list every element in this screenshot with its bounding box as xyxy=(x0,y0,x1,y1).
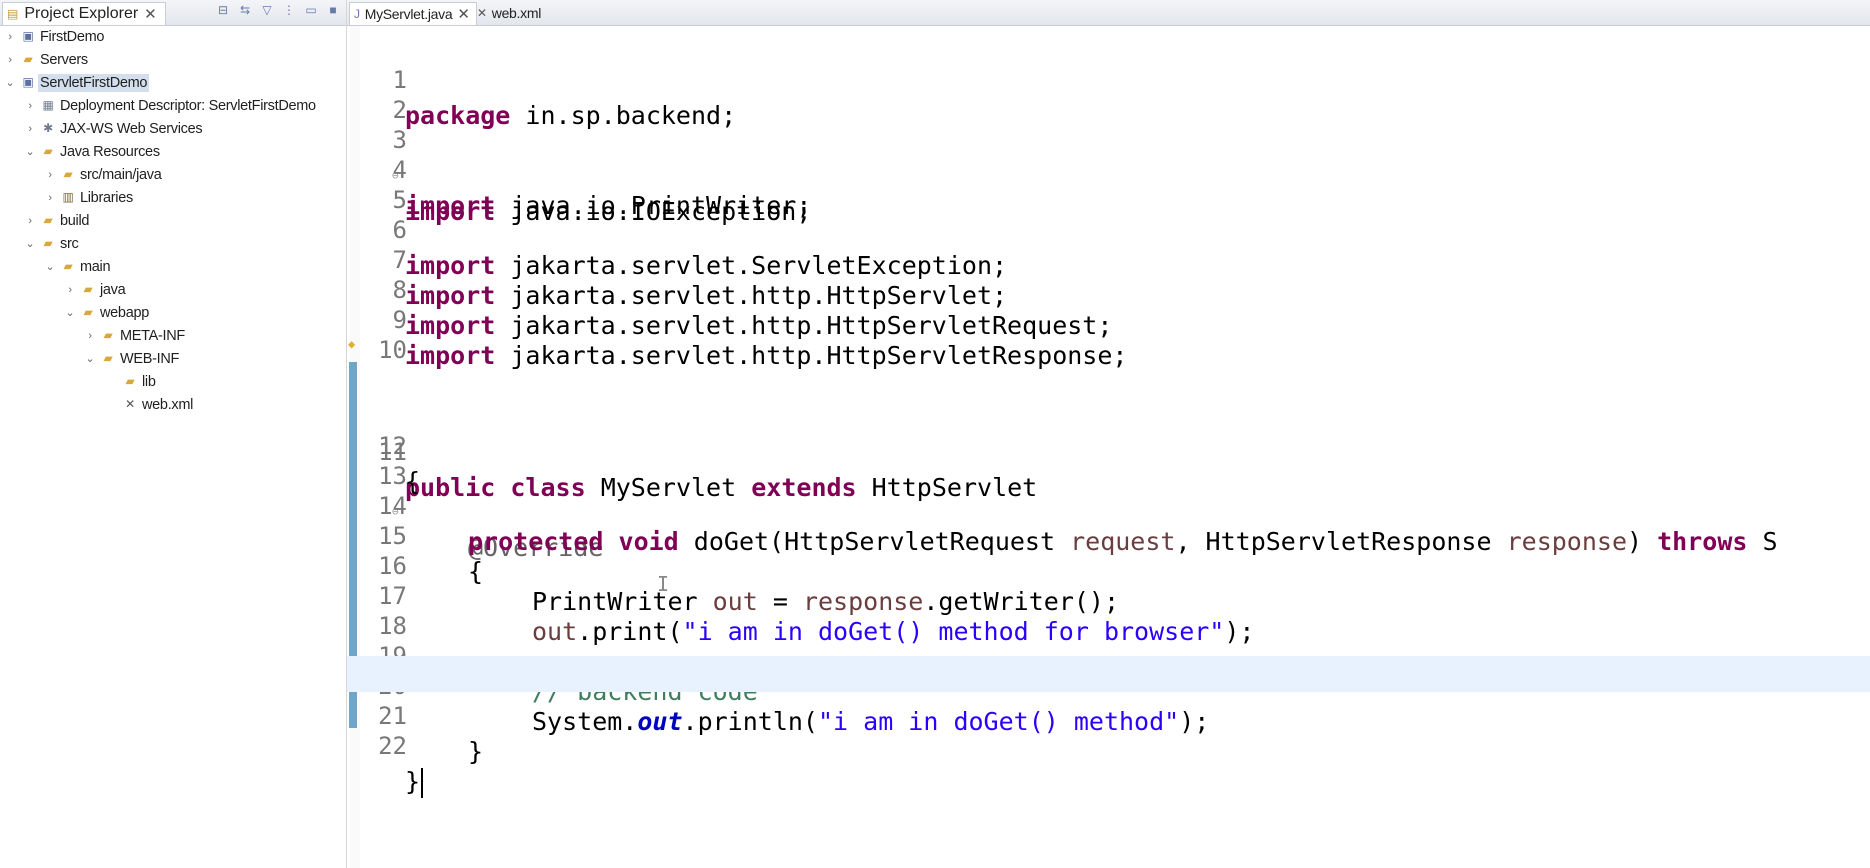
tree-item-firstdemo[interactable]: › ▣ FirstDemo xyxy=(0,26,346,49)
tree-item-main[interactable]: ⌄ ▰ main xyxy=(0,256,346,279)
chevron-right-icon[interactable]: › xyxy=(84,328,96,342)
tree-item-deployment-descriptor[interactable]: › ▦ Deployment Descriptor: ServletFirstD… xyxy=(0,95,346,118)
tab-myservlet-java[interactable]: J MyServlet.java ✕ xyxy=(349,2,477,25)
chevron-down-icon[interactable]: ⌄ xyxy=(44,259,56,273)
chevron-down-icon[interactable]: ⌄ xyxy=(24,144,36,158)
explorer-tabbar: ▤ Project Explorer ✕ ⊟ ⇆ ▽ ⋮ ▭ ■ xyxy=(0,0,346,26)
code-editor[interactable]: 1 package in.sp.backend; 2 3 ⊖ import ja… xyxy=(347,26,1870,868)
tree-item-servers[interactable]: › ▰ Servers xyxy=(0,49,346,72)
tree-item-webapp[interactable]: ⌄ ▰ webapp xyxy=(0,302,346,325)
tree-item-label: build xyxy=(60,213,90,229)
tree-item-label: Java Resources xyxy=(60,144,160,160)
tree-item-src[interactable]: ⌄ ▰ src xyxy=(0,233,346,256)
tree-item-label: ServletFirstDemo xyxy=(38,74,150,92)
tree-item-build[interactable]: › ▰ build xyxy=(0,210,346,233)
source-folder-icon: ▰ xyxy=(63,167,73,181)
tree-item-label: java xyxy=(100,282,126,298)
tree-item-java-resources[interactable]: ⌄ ▰ Java Resources xyxy=(0,141,346,164)
chevron-down-icon[interactable]: ⌄ xyxy=(64,305,76,319)
tree-item-jaxws[interactable]: › ✱ JAX-WS Web Services xyxy=(0,118,346,141)
chevron-right-icon[interactable]: › xyxy=(44,190,56,204)
tree-item-web-xml[interactable]: ✕ web.xml xyxy=(0,394,346,417)
code-text: System.out.println("i am in doGet() meth… xyxy=(532,707,1210,736)
chevron-right-icon[interactable]: › xyxy=(4,52,16,66)
chevron-down-icon[interactable]: ⌄ xyxy=(84,351,96,365)
line-number: 22 xyxy=(378,732,407,760)
folder-icon: ▰ xyxy=(103,328,113,342)
chevron-right-icon[interactable]: › xyxy=(44,167,56,181)
folder-icon: ▰ xyxy=(125,374,135,388)
chevron-down-icon[interactable]: ⌄ xyxy=(24,236,36,250)
tree-item-label: FirstDemo xyxy=(40,29,105,45)
project-explorer-icon: ▤ xyxy=(7,7,19,21)
folder-icon: ▰ xyxy=(83,282,93,296)
folder-icon: ▰ xyxy=(83,305,93,319)
chevron-right-icon[interactable]: › xyxy=(64,282,76,296)
code-line-current[interactable]: 22 } xyxy=(347,656,1870,798)
web-services-icon: ✱ xyxy=(43,121,53,135)
tree-item-servletfirstdemo[interactable]: ⌄ ▣ ServletFirstDemo xyxy=(0,72,346,95)
chevron-right-icon[interactable]: › xyxy=(24,98,36,112)
tree-item-label: main xyxy=(80,259,111,275)
tree-item-label: web.xml xyxy=(142,397,194,413)
tree-item-lib[interactable]: ▰ lib xyxy=(0,371,346,394)
project-explorer-tab-label: Project Explorer xyxy=(24,5,139,22)
chevron-right-icon[interactable]: › xyxy=(4,29,16,43)
tree-item-label: src xyxy=(60,236,79,252)
filter-icon[interactable]: ▽ xyxy=(260,3,274,17)
folder-icon: ▰ xyxy=(43,236,53,250)
tree-item-label: Servers xyxy=(40,52,88,68)
java-file-icon: J xyxy=(354,7,360,21)
folder-icon: ▰ xyxy=(23,52,33,66)
project-tree: › ▣ FirstDemo › ▰ Servers ⌄ ▣ ServletFir… xyxy=(0,26,346,417)
tree-item-java[interactable]: › ▰ java xyxy=(0,279,346,302)
tree-item-label: Deployment Descriptor: ServletFirstDemo xyxy=(60,98,316,114)
tree-item-label: META-INF xyxy=(120,328,185,344)
folder-icon: ▰ xyxy=(43,213,53,227)
view-menu-icon[interactable]: ⋮ xyxy=(282,3,296,17)
tab-label: web.xml xyxy=(491,5,542,21)
tree-item-label: webapp xyxy=(100,305,149,321)
close-icon[interactable]: ✕ xyxy=(457,5,470,23)
tree-item-label: WEB-INF xyxy=(120,351,180,367)
tree-item-web-inf[interactable]: ⌄ ▰ WEB-INF xyxy=(0,348,346,371)
code-text: } xyxy=(405,764,424,800)
tree-item-src-main-java[interactable]: › ▰ src/main/java xyxy=(0,164,346,187)
tab-label: MyServlet.java xyxy=(364,6,453,22)
chevron-down-icon[interactable]: ⌄ xyxy=(4,75,16,89)
libraries-icon: ▥ xyxy=(62,190,74,204)
xml-file-icon: ✕ xyxy=(477,6,487,20)
tab-web-xml[interactable]: ✕ web.xml xyxy=(473,2,547,24)
tree-item-label: Libraries xyxy=(80,190,133,206)
deployment-descriptor-icon: ▦ xyxy=(42,98,54,112)
chevron-right-icon[interactable]: › xyxy=(24,213,36,227)
close-icon[interactable]: ✕ xyxy=(144,5,157,23)
explorer-toolbar: ⊟ ⇆ ▽ ⋮ ▭ ■ xyxy=(216,3,340,17)
change-marker xyxy=(349,692,357,728)
collapse-all-icon[interactable]: ⊟ xyxy=(216,3,230,17)
text-caret xyxy=(421,768,424,798)
tree-item-libraries[interactable]: › ▥ Libraries xyxy=(0,187,346,210)
tree-item-label: JAX-WS Web Services xyxy=(60,121,203,137)
editor-tabbar: J MyServlet.java ✕ ✕ web.xml xyxy=(347,0,1870,26)
java-resources-icon: ▰ xyxy=(43,144,53,158)
folder-icon: ▰ xyxy=(103,351,113,365)
project-icon: ▣ xyxy=(22,75,34,89)
folder-icon: ▰ xyxy=(63,259,73,273)
project-explorer-tab[interactable]: ▤ Project Explorer ✕ xyxy=(2,2,166,25)
tree-item-label: lib xyxy=(142,374,156,390)
tree-item-label: src/main/java xyxy=(80,167,162,183)
chevron-right-icon[interactable]: › xyxy=(24,121,36,135)
tree-item-meta-inf[interactable]: › ▰ META-INF xyxy=(0,325,346,348)
maximize-icon[interactable]: ■ xyxy=(326,3,340,17)
project-explorer: ▤ Project Explorer ✕ ⊟ ⇆ ▽ ⋮ ▭ ■ › ▣ Fir… xyxy=(0,0,347,868)
minimize-icon[interactable]: ▭ xyxy=(304,3,318,17)
link-editor-icon[interactable]: ⇆ xyxy=(238,3,252,17)
project-icon: ▣ xyxy=(22,29,34,43)
code-text: } xyxy=(468,737,484,766)
xml-file-icon: ✕ xyxy=(125,397,135,411)
